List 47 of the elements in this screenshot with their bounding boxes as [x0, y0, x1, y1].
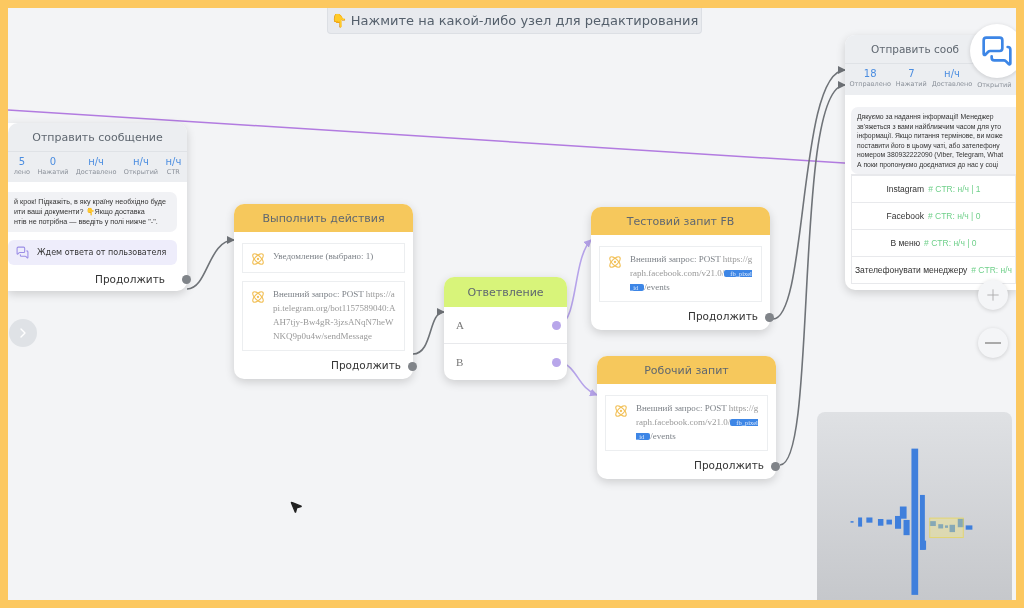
message-node[interactable] [845, 35, 1016, 291]
stat-value: н/ч [133, 156, 149, 167]
action-text: Уведомление (выбрано: 1) [273, 250, 374, 263]
atom-icon [251, 290, 265, 304]
port-dot[interactable] [552, 358, 561, 367]
node-title: Ответвление [444, 277, 567, 307]
chat-icon [16, 246, 29, 260]
plus-icon [984, 286, 1002, 304]
port-dot[interactable] [408, 361, 417, 371]
port-dot[interactable] [182, 275, 191, 285]
connector-arrow [186, 237, 235, 290]
port-dot[interactable] [552, 321, 561, 330]
continue-label: Продолжить [688, 309, 758, 322]
node-title: Выполнить действия [234, 204, 413, 232]
stat-value: н/ч [165, 156, 182, 167]
stat-value: н/ч [88, 156, 104, 167]
reply-button[interactable]: Instagram # CTR: н/ч | 1 [852, 175, 1015, 203]
reply-button[interactable]: В меню # CTR: н/ч | 0 [852, 229, 1015, 257]
stat-value: 18 [863, 68, 877, 79]
node-title: Отправить сообщение [8, 123, 187, 151]
continue-label: Продолжить [95, 273, 165, 286]
cursor-icon [289, 500, 303, 514]
action-text: Внешний запрос: POST https://api.telegram.org/bot1157589040:AAH7tjy-Bw4gR-3jzsANqN7heWNKQ9p0u4w/sendMessage [273, 288, 397, 343]
atom-icon [614, 404, 628, 418]
branch-label: B [456, 356, 464, 368]
branch-label: A [456, 319, 464, 331]
branch-node[interactable]: Ответвление A B [444, 277, 567, 380]
stat-value: н/ч [944, 68, 960, 79]
node-title: Тестовий запит FB [591, 207, 770, 235]
reply-button[interactable]: Facebook # CTR: н/ч | 0 [852, 202, 1015, 230]
zoom-out-button[interactable] [978, 328, 1008, 358]
port-dot[interactable] [765, 312, 774, 322]
port-dot[interactable] [771, 461, 780, 471]
connector-arrow [412, 309, 445, 355]
continue-label: Продолжить [331, 358, 401, 371]
minus-icon [985, 342, 1001, 344]
stat-value: 5 [18, 156, 26, 167]
chat-icon [981, 35, 1013, 67]
waiting-text: Ждем ответа от пользователя [37, 248, 167, 258]
atom-icon [608, 255, 622, 269]
atom-icon [251, 252, 265, 266]
node-title: Робочий запит [597, 356, 776, 384]
chat-button[interactable] [970, 24, 1016, 78]
continue-label: Продолжить [694, 458, 764, 471]
stat-value: 7 [908, 68, 915, 79]
stat-value: 0 [49, 156, 57, 167]
edit-hint: 👇 Нажмите на какой-либо узел для редактирования [327, 8, 702, 34]
